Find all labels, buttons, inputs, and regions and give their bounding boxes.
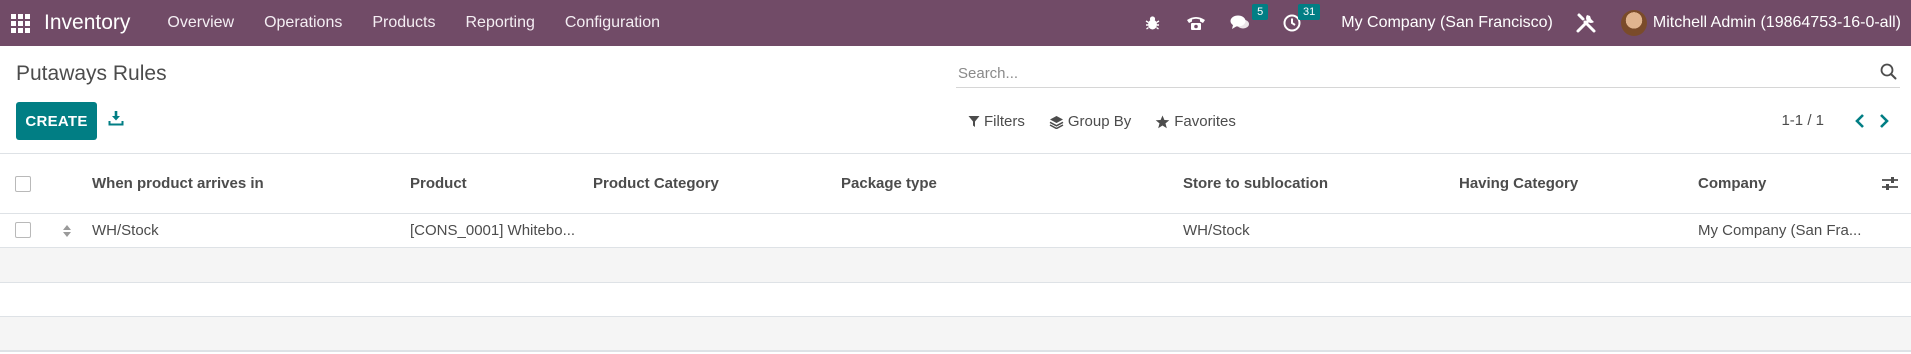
group-by-toggle[interactable]: Group By (1049, 113, 1131, 130)
search-panel-toggles: Filters Group By Favorites (968, 113, 1260, 130)
menu-products[interactable]: Products (372, 14, 435, 32)
group-by-label: Group By (1067, 113, 1132, 130)
pager-previous-icon[interactable] (1852, 113, 1868, 129)
search-input[interactable] (956, 60, 1876, 86)
favorites-toggle[interactable]: Favorites (1155, 113, 1236, 130)
select-all-checkbox[interactable] (15, 176, 31, 192)
pager-next-icon[interactable] (1876, 113, 1892, 129)
cell-company: My Company (San Fra... (1698, 222, 1862, 239)
menu-operations[interactable]: Operations (264, 14, 342, 32)
page-title: Putaways Rules (16, 62, 167, 85)
pager-value[interactable]: 1-1 / 1 (1781, 112, 1824, 129)
menu-overview[interactable]: Overview (167, 14, 234, 32)
row-checkbox[interactable] (15, 222, 31, 238)
optional-columns-icon[interactable] (1881, 176, 1899, 192)
navbar-systray: 5 31 My Company (San Francisco) Mitchell… (1141, 0, 1911, 46)
column-header-package-type[interactable]: Package type (841, 175, 937, 192)
activities-badge: 31 (1298, 4, 1321, 20)
create-button[interactable]: CREATE (16, 102, 97, 140)
column-header-product[interactable]: Product (410, 175, 467, 192)
empty-row (0, 283, 1911, 317)
column-header-product-category[interactable]: Product Category (593, 175, 719, 192)
user-avatar[interactable] (1620, 10, 1647, 36)
clock-icon[interactable]: 31 (1281, 4, 1321, 34)
pager: 1-1 / 1 (1781, 112, 1892, 129)
table-header: When product arrives in Product Product … (0, 154, 1911, 214)
bug-icon[interactable] (1141, 12, 1163, 34)
cell-store-to: WH/Stock (1183, 222, 1250, 239)
download-icon[interactable] (108, 110, 128, 130)
column-header-company[interactable]: Company (1698, 175, 1766, 192)
filters-toggle[interactable]: Filters (968, 113, 1025, 130)
favorites-label: Favorites (1174, 113, 1236, 130)
filter-icon (968, 116, 980, 127)
search-icon[interactable] (1880, 63, 1898, 81)
menu-configuration[interactable]: Configuration (565, 14, 660, 32)
apps-grid-icon[interactable] (11, 13, 30, 33)
menu-reporting[interactable]: Reporting (465, 14, 534, 32)
user-menu[interactable]: Mitchell Admin (19864753-16-0-all) (1653, 14, 1901, 32)
column-header-location-in[interactable]: When product arrives in (92, 175, 264, 192)
empty-row (0, 248, 1911, 283)
top-navbar: Inventory Overview Operations Products R… (0, 0, 1911, 46)
drag-handle-icon[interactable] (62, 224, 72, 238)
app-title[interactable]: Inventory (44, 11, 130, 35)
star-icon (1155, 115, 1170, 128)
table-row[interactable]: WH/Stock [CONS_0001] Whitebo... WH/Stock… (0, 214, 1911, 248)
tools-icon[interactable] (1575, 12, 1597, 34)
column-header-store-to[interactable]: Store to sublocation (1183, 175, 1328, 192)
layers-icon (1049, 115, 1064, 129)
search-bar (956, 60, 1900, 88)
phone-icon[interactable] (1185, 12, 1207, 34)
empty-row (0, 317, 1911, 352)
column-header-having-category[interactable]: Having Category (1459, 175, 1578, 192)
cell-product: [CONS_0001] Whitebo... (410, 222, 576, 239)
filters-label: Filters (984, 113, 1025, 130)
company-switcher[interactable]: My Company (San Francisco) (1341, 14, 1553, 32)
cell-location-in: WH/Stock (92, 222, 159, 239)
chat-icon[interactable]: 5 (1229, 4, 1269, 34)
messages-badge: 5 (1252, 4, 1269, 20)
